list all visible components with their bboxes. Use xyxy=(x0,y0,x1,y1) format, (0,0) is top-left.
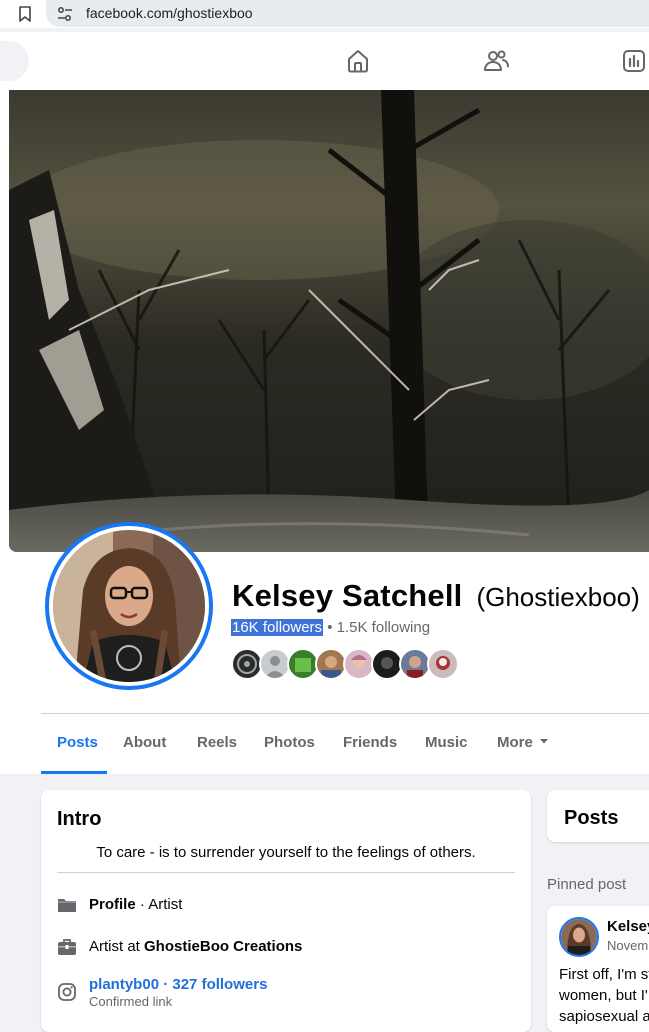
home-icon[interactable] xyxy=(344,47,372,75)
briefcase-icon xyxy=(58,939,76,955)
tab-more[interactable]: More xyxy=(497,734,549,751)
stats-separator: • xyxy=(327,619,333,636)
dashboard-icon[interactable] xyxy=(620,47,648,75)
instagram-icon xyxy=(58,983,76,1001)
tab-posts[interactable]: Posts xyxy=(57,734,98,751)
instagram-handle: plantyb0 xyxy=(89,976,151,993)
folder-icon xyxy=(58,899,76,912)
tab-music[interactable]: Music xyxy=(425,734,468,751)
profile-alternate-name: (Ghostiexboo) xyxy=(476,582,640,612)
tab-about[interactable]: About xyxy=(123,734,166,751)
url-field[interactable]: facebook.com/ghostiexboo xyxy=(46,0,649,27)
instagram-separator: 0 · xyxy=(150,976,173,993)
profile-header: Kelsey Satchell (Ghostiexboo) 16K followe… xyxy=(0,90,649,774)
post-text-line: First off, I'm st xyxy=(559,966,649,983)
posts-title: Posts xyxy=(564,807,619,829)
followers-link[interactable]: 16K followers xyxy=(231,619,324,636)
mutual-friends-avatars[interactable] xyxy=(231,648,471,680)
intro-divider xyxy=(57,872,515,873)
profile-label: Profile xyxy=(89,896,136,913)
work-prefix: Artist at xyxy=(89,938,145,955)
post-date[interactable]: Novem xyxy=(607,938,648,953)
tab-friends[interactable]: Friends xyxy=(343,734,397,751)
post-text-line: women, but I' xyxy=(559,987,648,1004)
friends-icon[interactable] xyxy=(482,47,510,75)
profile-name: Kelsey Satchell xyxy=(232,578,463,613)
following-link[interactable]: 1.5K following xyxy=(337,619,430,636)
profile-category: Artist xyxy=(148,896,183,913)
active-tab-indicator xyxy=(41,771,107,774)
bookmark-icon[interactable] xyxy=(15,4,35,24)
post-author-name[interactable]: Kelsey xyxy=(607,918,649,935)
intro-bio: To care - is to surrender yourself to th… xyxy=(96,844,476,861)
work-company-link[interactable]: GhostieBoo Creations xyxy=(144,938,302,955)
confirmed-link-label: Confirmed link xyxy=(89,994,173,1009)
intro-title: Intro xyxy=(57,808,102,830)
url-text: facebook.com/ghostiexboo xyxy=(86,5,253,21)
profile-sep: · xyxy=(135,896,149,913)
profile-tabs: Posts About Reels Photos Friends Music M… xyxy=(41,714,649,774)
caret-down-icon xyxy=(539,739,548,744)
facebook-top-nav xyxy=(0,32,649,90)
instagram-followers: 327 followers xyxy=(172,976,268,993)
post-author-avatar[interactable] xyxy=(559,917,599,957)
profile-stats: 16K followers • 1.5K following xyxy=(231,619,430,636)
tab-photos[interactable]: Photos xyxy=(264,734,315,751)
post-text-line: sapiosexual a xyxy=(559,1008,649,1025)
browser-address-bar: facebook.com/ghostiexboo xyxy=(0,0,649,28)
pinned-post-card[interactable]: Kelsey Novem First off, I'm st women, bu… xyxy=(547,906,649,1032)
intro-card: Intro To care - is to surrender yourself… xyxy=(41,790,531,1032)
tab-more-label: More xyxy=(497,734,533,751)
cover-photo[interactable] xyxy=(9,90,649,552)
profile-name-row: Kelsey Satchell (Ghostiexboo) xyxy=(232,578,640,614)
profile-picture[interactable] xyxy=(45,522,213,690)
tab-reels[interactable]: Reels xyxy=(197,734,237,751)
pinned-post-label: Pinned post xyxy=(547,876,627,893)
posts-header-card: Posts xyxy=(547,790,649,842)
instagram-link[interactable]: plantyb00 · 327 followers xyxy=(89,976,267,993)
site-settings-icon[interactable] xyxy=(56,5,74,23)
search-box[interactable] xyxy=(0,41,29,81)
friend-avatar[interactable] xyxy=(427,648,459,680)
